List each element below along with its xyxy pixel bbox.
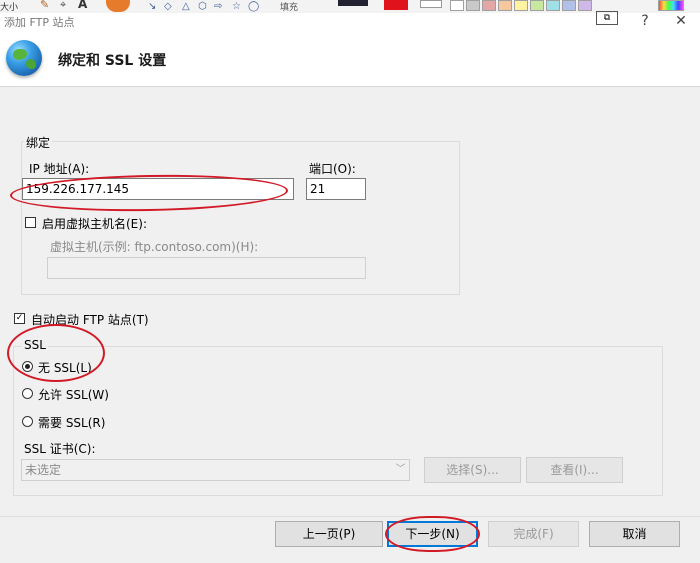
shape-hexagon-icon: ⬡: [198, 1, 207, 12]
window-title: 添加 FTP 站点: [4, 16, 75, 29]
palette-swatch: [466, 0, 480, 11]
port-label: 端口(O):: [309, 162, 356, 176]
allow-ssl-radio[interactable]: [22, 388, 33, 399]
globe-icon: [6, 40, 42, 76]
finish-button[interactable]: 完成(F): [488, 521, 579, 547]
color-black-swatch: [338, 0, 368, 6]
palette-swatch: [498, 0, 512, 11]
shape-line-icon: ↘: [148, 1, 157, 12]
chevron-down-icon: ﹀: [395, 464, 406, 475]
ssl-cert-select[interactable]: 未选定: [21, 459, 410, 481]
view-cert-button[interactable]: 查看(I)...: [526, 457, 623, 483]
cancel-button[interactable]: 取消: [589, 521, 680, 547]
palette-swatch: [482, 0, 496, 11]
require-ssl-radio[interactable]: [22, 416, 33, 427]
shape-fill-icon: [106, 0, 130, 12]
require-ssl-label: 需要 SSL(R): [38, 416, 106, 430]
text-tool-icon: A: [78, 0, 88, 11]
page-title: 绑定和 SSL 设置: [58, 53, 167, 69]
restore-button[interactable]: ⧉: [596, 11, 618, 25]
virtual-host-checkbox-label: 启用虚拟主机名(E):: [42, 217, 147, 231]
close-button[interactable]: ✕: [668, 12, 694, 30]
prev-button[interactable]: 上一页(P): [275, 521, 383, 547]
shape-diamond-icon: ◇: [164, 1, 172, 12]
background-app-toolbar: 大小 ✎ ⌖ A ↘ ◇ △ ⬡ ⇨ ☆ ◯ 填充: [0, 0, 700, 13]
toolbar-size-text: 大小: [0, 3, 19, 13]
virtual-host-checkbox[interactable]: [25, 217, 36, 228]
port-input[interactable]: 21: [306, 178, 366, 200]
palette-swatch: [514, 0, 528, 11]
shape-star-icon: ☆: [232, 1, 241, 12]
help-button[interactable]: ?: [632, 12, 658, 30]
shape-arrow-icon: ⇨: [214, 1, 223, 12]
ssl-annotation-circle: [7, 324, 105, 382]
pencil-icon: ✎: [40, 0, 50, 11]
select-cert-button[interactable]: 选择(S)...: [424, 457, 521, 483]
edit-colors-icon: [658, 0, 684, 11]
toolbar-fill-text: 填充: [280, 3, 299, 13]
color-white-swatch: [420, 0, 442, 8]
shape-triangle-icon: △: [182, 1, 190, 12]
auto-start-checkbox[interactable]: ✓: [14, 313, 25, 324]
color-red-swatch: [384, 0, 408, 10]
ip-address-label: IP 地址(A):: [29, 162, 90, 176]
virtual-host-input[interactable]: [47, 257, 366, 279]
palette-swatch: [578, 0, 592, 11]
next-annotation-circle: [385, 516, 480, 552]
palette-swatch: [530, 0, 544, 11]
allow-ssl-label: 允许 SSL(W): [38, 388, 109, 402]
palette-swatch: [562, 0, 576, 11]
palette-swatch: [450, 0, 464, 11]
ssl-cert-label: SSL 证书(C):: [24, 442, 96, 456]
binding-legend: 绑定: [24, 134, 53, 151]
palette-swatch: [546, 0, 560, 11]
virtual-host-label: 虚拟主机(示例: ftp.contoso.com)(H):: [50, 240, 259, 254]
shape-more-icon: ◯: [248, 1, 260, 12]
picker-icon: ⌖: [60, 0, 67, 11]
